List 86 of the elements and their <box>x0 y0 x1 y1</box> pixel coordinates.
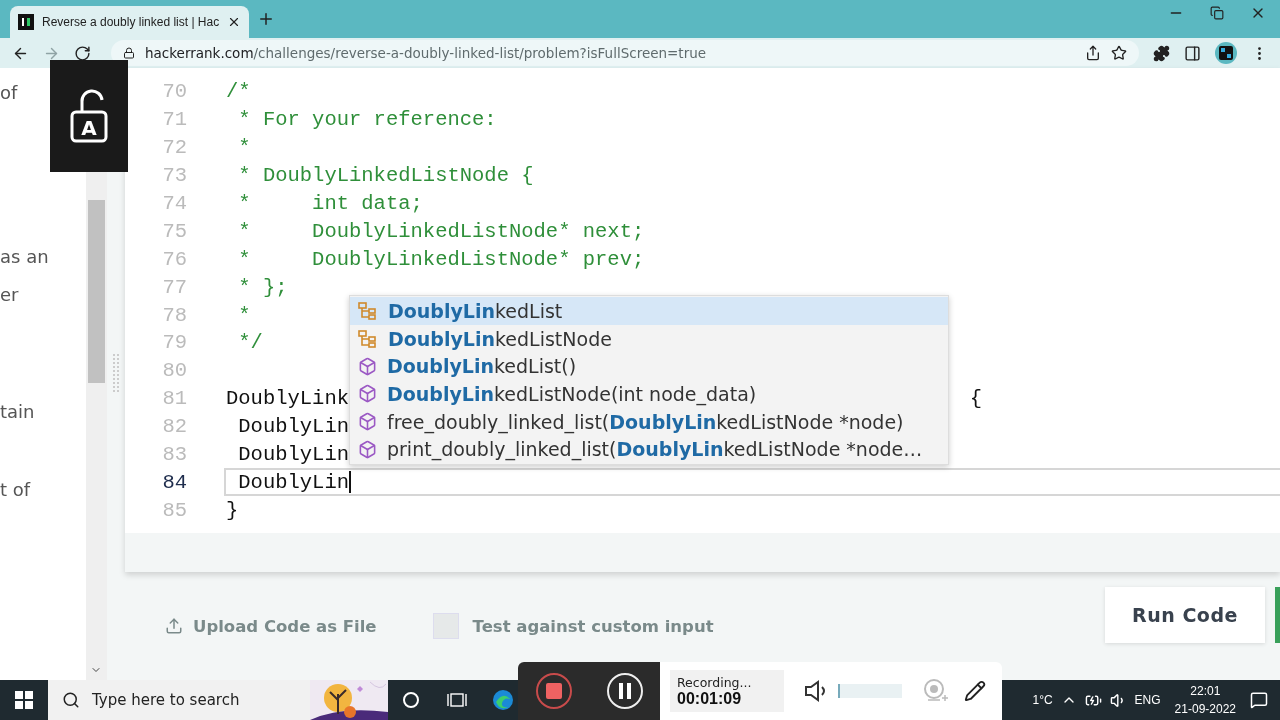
code-line: DoublyLin <box>237 415 350 439</box>
clock-time: 22:01 <box>1190 683 1221 700</box>
line-number: 72 <box>161 136 187 160</box>
weather-text[interactable]: 1°C <box>1032 693 1053 707</box>
code-line: DoublyLin <box>237 443 350 466</box>
task-view-icon[interactable] <box>447 691 467 709</box>
browser-icon[interactable] <box>492 689 514 711</box>
suggestion-item[interactable]: DoublyLinkedList <box>350 297 948 325</box>
cube-icon <box>358 412 377 432</box>
line-number: 73 <box>161 164 187 188</box>
code-line: } <box>226 498 239 522</box>
windows-start-icon[interactable] <box>15 691 33 709</box>
code-brace: { <box>969 387 982 411</box>
line-number: 78 <box>161 303 187 327</box>
checkbox-label: Test against custom input <box>472 616 714 636</box>
clock-date: 21-09-2022 <box>1174 701 1236 718</box>
line-number: 74 <box>161 192 187 215</box>
restore-icon[interactable] <box>1210 5 1224 21</box>
line-number: 70 <box>161 80 187 104</box>
profile-icon[interactable] <box>1215 42 1237 64</box>
suggestion-item[interactable]: DoublyLinkedListNode <box>350 324 948 353</box>
code-comment: */ <box>237 331 263 355</box>
code-comment: /* <box>226 80 251 104</box>
cube-icon <box>358 439 377 459</box>
class-icon <box>358 329 378 348</box>
upload-icon <box>165 617 183 635</box>
stop-button[interactable] <box>535 673 572 709</box>
code-line: DoublyLink <box>226 387 350 411</box>
star-icon[interactable] <box>1111 45 1127 61</box>
cube-icon <box>358 384 377 404</box>
pause-icon <box>618 683 631 699</box>
line-number: 75 <box>161 219 187 243</box>
suggestion-item[interactable]: print_doubly_linked_list(DoublyLinkedListNode *node… <box>350 435 948 464</box>
problem-text: er <box>0 284 19 305</box>
taskbar-search-field[interactable]: Type here to search <box>48 680 388 720</box>
search-icon <box>62 691 80 709</box>
suggestion-item[interactable]: DoublyLinkedList() <box>350 352 948 381</box>
pencil-icon[interactable] <box>964 680 986 702</box>
audio-level-meter <box>838 684 902 698</box>
run-code-button[interactable]: Run Code <box>1105 587 1265 643</box>
code-comment: * }; <box>237 275 288 299</box>
line-number: 79 <box>161 331 187 355</box>
reload-icon[interactable] <box>74 44 91 62</box>
code-line: DoublyLin <box>237 470 350 494</box>
line-number: 77 <box>161 275 187 299</box>
browser-tab[interactable]: Reverse a doubly linked list | Hac <box>10 6 250 38</box>
custom-input-checkbox[interactable] <box>432 613 459 639</box>
notifications-icon[interactable] <box>1250 691 1268 709</box>
line-number: 80 <box>161 359 187 383</box>
recording-status: Recording... <box>677 674 753 690</box>
line-number: 71 <box>161 108 187 132</box>
code-comment: * <box>237 136 251 160</box>
code-comment: * DoublyLinkedListNode* next; <box>237 219 645 243</box>
line-number: 76 <box>161 247 187 271</box>
cube-icon <box>358 356 377 376</box>
pause-button[interactable] <box>606 673 643 709</box>
recording-timer: 00:01:09 <box>677 689 742 708</box>
line-number: 81 <box>161 387 187 411</box>
language-indicator[interactable]: ENG <box>1134 693 1161 707</box>
code-comment: * For your reference: <box>237 108 497 132</box>
line-number: 85 <box>161 498 187 522</box>
class-icon <box>358 301 378 320</box>
share-icon[interactable] <box>1085 45 1101 61</box>
problem-text: tain <box>0 401 35 422</box>
suggestion-item[interactable]: DoublyLinkedListNode(int node_data) <box>350 380 948 408</box>
code-comment: * <box>237 303 251 327</box>
text-cursor <box>349 471 352 494</box>
code-comment: * int data; <box>237 192 423 215</box>
problem-text: of <box>0 82 18 103</box>
site-favicon <box>18 14 34 30</box>
extensions-icon[interactable] <box>1153 44 1170 62</box>
suggestion-item[interactable]: free_doubly_linked_list(DoublyLinkedListNode *node) <box>350 407 948 436</box>
side-panel-icon[interactable] <box>1184 44 1201 62</box>
code-comment: * DoublyLinkedListNode* prev; <box>237 247 645 271</box>
line-number: 84 <box>161 470 187 494</box>
problem-text: as an <box>0 246 49 267</box>
line-number: 82 <box>161 415 187 439</box>
search-placeholder: Type here to search <box>92 691 240 709</box>
problem-text: t of <box>0 479 31 500</box>
cortana-icon[interactable] <box>402 691 420 709</box>
line-number: 83 <box>161 443 187 466</box>
stop-icon <box>545 683 562 699</box>
drag-handle-icon[interactable] <box>113 354 119 394</box>
address-bar[interactable]: hackerrank.com/challenges/reverse-a-doubly-linked-list/problem?isFullScreen=true <box>111 40 1139 66</box>
code-comment: * DoublyLinkedListNode { <box>237 164 534 188</box>
tab-title: Reverse a doubly linked list | Hac <box>42 15 220 29</box>
